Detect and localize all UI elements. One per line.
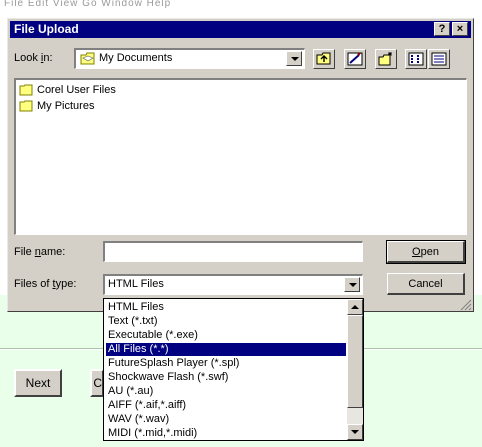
look-in-label: Look in: (14, 52, 53, 64)
dropdown-option-selected[interactable]: All Files (*.*) (106, 343, 346, 356)
cancel-button[interactable]: Cancel (387, 273, 465, 295)
file-list-view[interactable]: Corel User Files My Pictures (14, 78, 467, 235)
help-glyph: ? (438, 23, 446, 35)
next-button[interactable]: Next (14, 369, 62, 397)
new-folder-icon (378, 52, 392, 66)
files-of-type-value: HTML Files (108, 278, 164, 290)
file-name-input[interactable] (103, 241, 363, 262)
file-type-dropdown-list[interactable]: HTML Files Text (*.txt) Executable (*.ex… (103, 298, 364, 441)
close-button[interactable]: × (452, 22, 468, 36)
file-upload-dialog: File Upload ? × Look in: My Documents Co… (7, 18, 474, 312)
dialog-titlebar: File Upload ? × (10, 21, 471, 38)
scroll-thumb[interactable] (347, 315, 363, 408)
list-view-icon (408, 52, 424, 66)
dialog-title: File Upload (14, 22, 79, 36)
dropdown-option[interactable]: Shockwave Flash (*.swf) (106, 371, 346, 384)
dropdown-scrollbar[interactable] (347, 299, 363, 440)
file-item-label: My Pictures (37, 100, 95, 112)
dropdown-option[interactable]: Text (*.txt) (106, 315, 346, 328)
open-button[interactable]: Open (386, 240, 466, 264)
files-of-type-combo[interactable]: HTML Files (103, 274, 363, 295)
documents-folder-icon (80, 52, 95, 65)
dropdown-option[interactable]: Executable (*.exe) (106, 329, 346, 342)
folder-icon (19, 100, 33, 112)
list-item[interactable]: My Pictures (19, 98, 94, 114)
list-view-button[interactable] (405, 49, 427, 69)
close-icon: × (456, 23, 464, 35)
look-in-dropdown-arrow[interactable] (286, 51, 302, 66)
resize-grip-icon[interactable] (460, 299, 472, 311)
browser-menubar: File Edit View Go Window Help (0, 0, 482, 12)
desktop-button[interactable] (344, 49, 366, 69)
list-item[interactable]: Corel User Files (19, 82, 116, 98)
browser-menu-text: File Edit View Go Window Help (4, 0, 172, 9)
dropdown-option[interactable]: HTML Files (106, 301, 346, 314)
files-of-type-label: Files of type: (14, 278, 77, 290)
dropdown-option[interactable]: WAV (*.wav) (106, 413, 346, 426)
files-of-type-dropdown-arrow[interactable] (344, 277, 360, 292)
scroll-down-arrow-icon[interactable] (347, 424, 363, 440)
dropdown-option[interactable]: FutureSplash Player (*.spl) (106, 357, 346, 370)
details-view-button[interactable] (428, 49, 450, 69)
up-folder-icon (316, 52, 331, 65)
help-button[interactable]: ? (434, 22, 450, 36)
look-in-combo[interactable]: My Documents (74, 48, 305, 69)
page-button-partial[interactable]: C (90, 369, 104, 397)
look-in-value: My Documents (99, 52, 173, 64)
file-item-label: Corel User Files (37, 84, 116, 96)
details-view-icon (431, 52, 447, 66)
desktop-icon (347, 52, 363, 66)
dropdown-option[interactable]: AIFF (*.aif,*.aiff) (106, 399, 346, 412)
dropdown-option[interactable]: MIDI (*.mid,*.midi) (106, 427, 346, 440)
up-one-level-button[interactable] (313, 49, 335, 69)
file-name-label: File name: (14, 246, 66, 258)
dropdown-option[interactable]: AU (*.au) (106, 385, 346, 398)
new-folder-button[interactable] (375, 49, 397, 69)
folder-icon (19, 84, 33, 96)
scroll-up-arrow-icon[interactable] (347, 299, 363, 315)
